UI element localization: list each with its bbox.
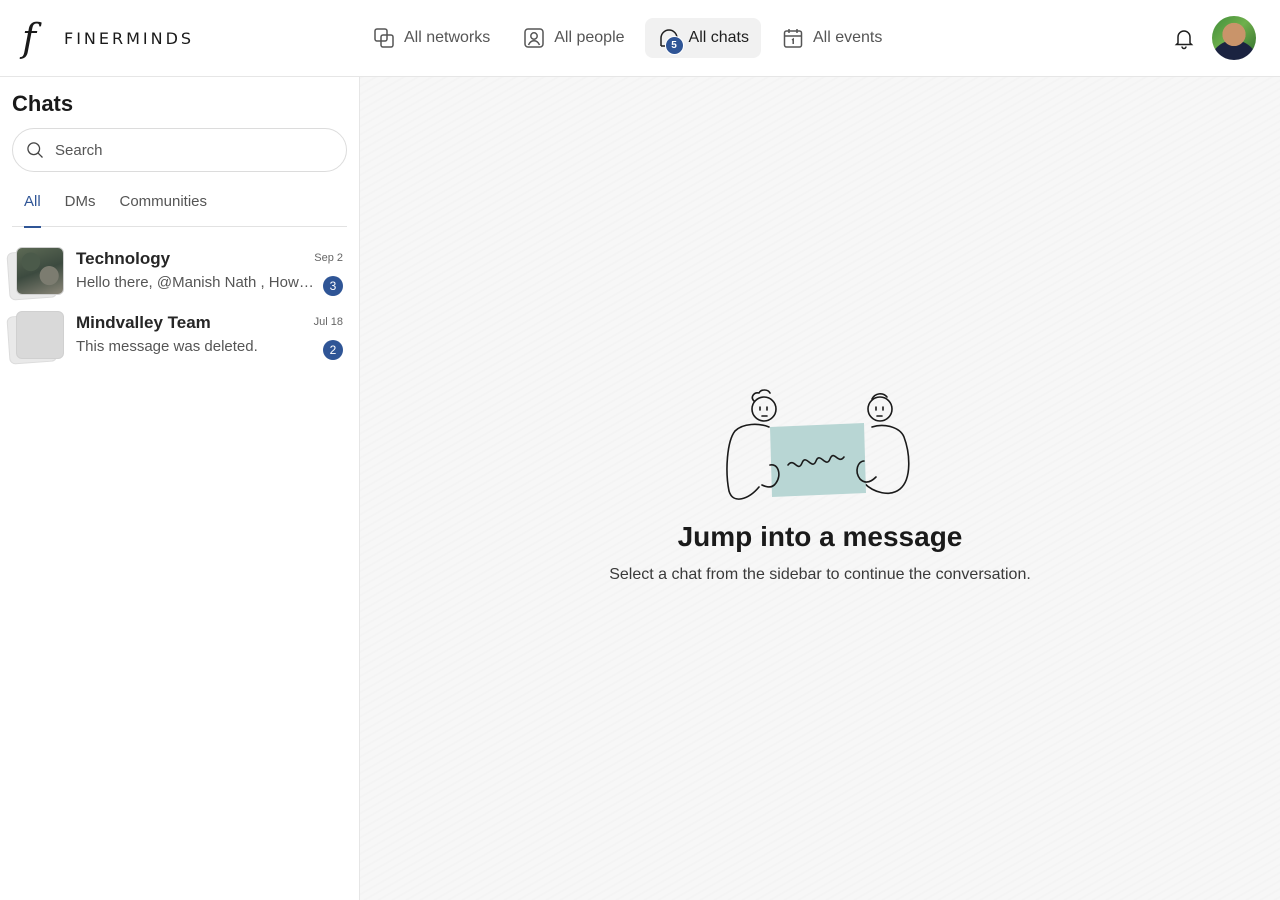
nav-all-events[interactable]: All events xyxy=(769,18,894,58)
user-avatar[interactable] xyxy=(1212,16,1256,60)
chat-tabs: All DMs Communities xyxy=(12,183,347,228)
logo-text: FINERMINDS xyxy=(64,28,195,48)
nav-label: All networks xyxy=(404,29,491,46)
nav-label: All chats xyxy=(688,29,749,46)
chats-unread-badge: 5 xyxy=(664,36,684,55)
chat-preview: This message was deleted. xyxy=(76,338,258,355)
empty-state-subtitle: Select a chat from the sidebar to contin… xyxy=(609,566,1031,583)
networks-icon xyxy=(374,28,394,48)
chat-preview: Hello there, @Manish Nath , How are you … xyxy=(76,274,316,291)
chat-thumbnail xyxy=(6,311,64,365)
unread-count-badge: 2 xyxy=(323,340,343,360)
chat-sidebar: Chats All DMs Communities Technology Sep… xyxy=(0,77,360,900)
chat-thumbnail xyxy=(6,247,64,301)
top-bar: f FINERMINDS All networks All people 5 A… xyxy=(0,0,1280,77)
empty-state-title: Jump into a message xyxy=(677,521,963,552)
unread-count-badge: 3 xyxy=(323,276,343,296)
people-holding-card-illustration xyxy=(726,389,910,500)
person-icon xyxy=(524,28,544,48)
bell-icon[interactable] xyxy=(1172,26,1196,50)
community-image xyxy=(16,311,64,359)
chat-name: Mindvalley Team xyxy=(76,313,211,332)
search-input[interactable] xyxy=(55,141,325,159)
chat-list: Technology Sep 2 Hello there, @Manish Na… xyxy=(0,239,359,367)
nav-all-people[interactable]: All people xyxy=(510,18,636,58)
nav-label: All people xyxy=(554,29,625,46)
calendar-icon xyxy=(783,29,803,48)
logo[interactable]: f FINERMINDS xyxy=(22,18,194,58)
tab-dms[interactable]: DMs xyxy=(53,183,108,227)
search-box xyxy=(12,128,347,172)
chat-item-technology[interactable]: Technology Sep 2 Hello there, @Manish Na… xyxy=(0,239,359,303)
chat-item-mindvalley-team[interactable]: Mindvalley Team Jul 18 This message was … xyxy=(0,303,359,367)
chat-main-panel: Jump into a message Select a chat from t… xyxy=(360,77,1280,900)
nav-all-networks[interactable]: All networks xyxy=(360,18,502,58)
nav-all-chats[interactable]: 5 All chats xyxy=(644,18,761,58)
tab-all[interactable]: All xyxy=(12,183,53,228)
logo-mark: f xyxy=(22,16,37,60)
chat-date: Jul 18 xyxy=(313,316,343,328)
chat-date: Sep 2 xyxy=(314,252,343,264)
tab-communities[interactable]: Communities xyxy=(108,183,220,227)
community-image xyxy=(16,247,64,295)
main-nav: All networks All people 5 All chats All … xyxy=(360,18,902,58)
nav-label: All events xyxy=(813,29,883,46)
chat-name: Technology xyxy=(76,249,171,268)
sidebar-title: Chats xyxy=(12,91,74,116)
search-icon xyxy=(27,142,43,158)
